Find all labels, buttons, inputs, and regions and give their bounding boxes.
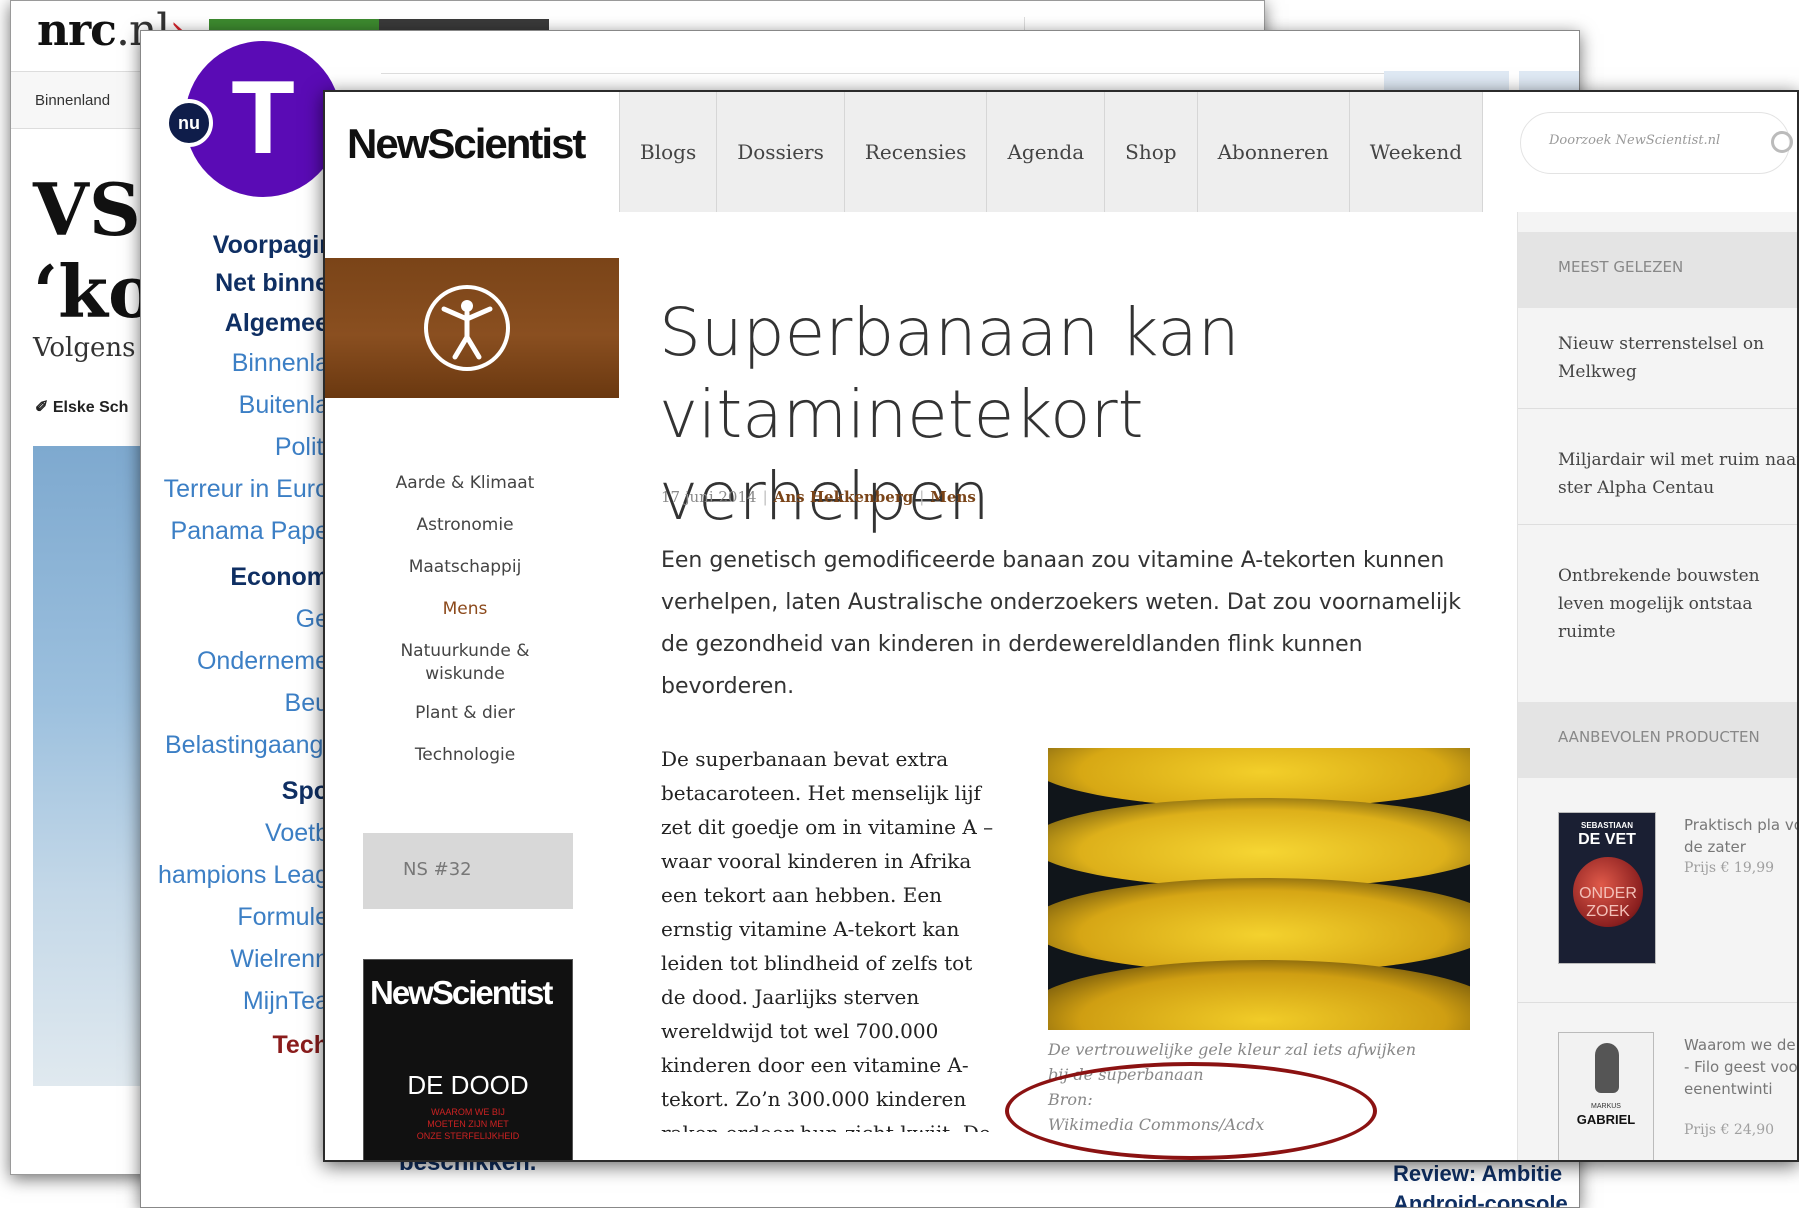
ns-nav-shop[interactable]: Shop: [1105, 92, 1198, 212]
ns-magazine-subtitle: WAAROM WE BIJ MOETEN ZIJN MET ONZE STERF…: [416, 1107, 520, 1141]
nu-review-link-line2[interactable]: Android-console: [1393, 1191, 1568, 1207]
ns-magazine-title: DE DOOD: [407, 1070, 529, 1100]
ns-category-item[interactable]: Natuurkunde & wiskunde: [325, 640, 605, 686]
nu-menu-item[interactable]: hampions Leag: [158, 861, 329, 890]
nu-menu-item[interactable]: Panama Pape: [171, 517, 329, 546]
ns-category-item[interactable]: Maatschappij: [325, 556, 605, 579]
product-cover-author: MARKUS: [1591, 1103, 1621, 1110]
product-price: Prijs € 24,90: [1684, 1122, 1775, 1138]
most-read-heading: MEEST GELEZEN: [1518, 232, 1797, 308]
most-read-heading-label: MEEST GELEZEN: [1558, 258, 1684, 276]
ns-nav-abonneren[interactable]: Abonneren: [1198, 92, 1350, 212]
nu-menu-item[interactable]: Wielrenn: [230, 945, 329, 974]
nu-menu-item[interactable]: MijnTea: [243, 987, 329, 1016]
product-price: Prijs € 19,99: [1684, 860, 1775, 876]
most-read-item[interactable]: Nieuw sterrenstelsel on Melkweg: [1558, 330, 1797, 386]
nrc-lede: Volgens: [33, 333, 136, 363]
ns-issue-button[interactable]: NS #32: [363, 833, 573, 909]
ns-magazine-cover[interactable]: NewScientist DE DOOD WAAROM WE BIJ MOETE…: [363, 959, 573, 1160]
article-intro: Een genetisch gemodificeerde banaan zou …: [661, 548, 1461, 699]
article-category[interactable]: Mens: [930, 488, 976, 506]
product-cover[interactable]: MARKUS GABRIEL: [1558, 1032, 1654, 1160]
ns-nav-blogs[interactable]: Blogs: [620, 92, 718, 212]
newscientist-window: NewScientist Blogs Dossiers Recensies Ag…: [323, 90, 1799, 1162]
ns-header: NewScientist Blogs Dossiers Recensies Ag…: [325, 92, 1797, 212]
annotation-ellipse: [1005, 1062, 1377, 1160]
ns-issue-label: NS #32: [403, 859, 472, 880]
ns-sidebar: MEEST GELEZEN Nieuw sterrenstelsel on Me…: [1517, 212, 1797, 1160]
ns-category-item[interactable]: Plant & dier: [325, 702, 605, 725]
product-title[interactable]: Praktisch pla voor de zater: [1684, 814, 1797, 858]
ns-search-input[interactable]: Doorzoek NewScientist.nl: [1520, 112, 1793, 174]
products-heading-label: AANBEVOLEN PRODUCTEN: [1558, 728, 1760, 746]
nu-menu-item[interactable]: Algemee: [225, 309, 329, 338]
product-cover-author: SEBASTIAAN: [1580, 821, 1633, 830]
ns-nav-weekend[interactable]: Weekend: [1350, 92, 1484, 212]
nrc-logo-name: nrc: [37, 5, 117, 56]
nu-menu-item[interactable]: Formule: [237, 903, 329, 932]
most-read-item[interactable]: Miljardair wil met ruim naar ster Alpha …: [1558, 446, 1797, 502]
product-cover-sub: ONDER ZOEK: [1579, 885, 1637, 920]
ns-magazine-logo: NewScientist: [370, 974, 553, 1011]
nrc-nav-binnenland[interactable]: Binnenland: [35, 92, 110, 109]
nu-menu-item[interactable]: Spo: [282, 777, 329, 806]
sidebar-divider: [1518, 408, 1797, 409]
ns-category-item[interactable]: Mens: [325, 598, 605, 621]
nu-menu-item[interactable]: Buitenla: [239, 391, 329, 420]
product-cover-title: GABRIEL: [1576, 1112, 1636, 1127]
sidebar-divider: [1518, 1002, 1797, 1003]
nu-menu-item[interactable]: Terreur in Euro: [164, 475, 329, 504]
ns-logo[interactable]: NewScientist: [347, 120, 586, 168]
article-body: De superbanaan bevat extra betacaroteen.…: [661, 747, 994, 1132]
products-heading: AANBEVOLEN PRODUCTEN: [1518, 702, 1797, 778]
nu-menu-item[interactable]: Net binne: [215, 269, 329, 298]
ns-category-item[interactable]: Astronomie: [325, 514, 605, 537]
article-author[interactable]: Ans Hekkenberg: [774, 488, 914, 506]
ns-main-nav: Blogs Dossiers Recensies Agenda Shop Abo…: [619, 92, 1484, 212]
nu-menu-item[interactable]: Politi: [275, 433, 329, 462]
ns-nav-recensies[interactable]: Recensies: [845, 92, 988, 212]
ns-nav-agenda[interactable]: Agenda: [987, 92, 1106, 212]
banana-photo: [1048, 748, 1470, 1030]
nu-menu-item[interactable]: Voetb: [265, 819, 329, 848]
ns-category-item[interactable]: Technologie: [325, 744, 605, 767]
nu-review-link[interactable]: Review: Ambitie: [1393, 1161, 1562, 1187]
article-meta: 17 juni 2014 | Ans Hekkenberg | Mens: [661, 488, 976, 506]
nu-menu-item[interactable]: Belastingaangi: [165, 731, 329, 760]
most-read-item[interactable]: Ontbrekende bouwsten leven mogelijk onts…: [1558, 562, 1797, 646]
nrc-author[interactable]: ✐ Elske Sch: [35, 397, 128, 417]
article-date: 17 juni 2014: [661, 488, 757, 506]
product-title[interactable]: Waarom we denken - Filo geest voor d een…: [1684, 1034, 1797, 1100]
sidebar-divider: [1518, 524, 1797, 525]
ns-section-banner: [325, 258, 619, 398]
product-cover-figure: [1595, 1043, 1619, 1093]
search-icon[interactable]: [1771, 131, 1793, 153]
nu-menu-item[interactable]: Onderneme: [197, 647, 329, 676]
product-cover-title: DE VET: [1578, 831, 1636, 848]
nu-menu-item[interactable]: Voorpagir: [213, 231, 329, 260]
nu-top-divider: [381, 73, 1431, 74]
nu-menu-item[interactable]: Econom: [230, 563, 329, 592]
vitruvian-man-icon: [424, 285, 510, 371]
product-cover[interactable]: SEBASTIAAN DE VET ONDER ZOEK: [1558, 812, 1656, 964]
nu-menu-item[interactable]: Tech: [273, 1031, 330, 1060]
nu-badge-icon: nu: [165, 99, 213, 147]
ns-nav-dossiers[interactable]: Dossiers: [717, 92, 845, 212]
ns-category-item[interactable]: Aarde & Klimaat: [325, 472, 605, 495]
ns-search-placeholder: Doorzoek NewScientist.nl: [1549, 133, 1721, 148]
nu-menu-item[interactable]: Binnenla: [232, 349, 329, 378]
